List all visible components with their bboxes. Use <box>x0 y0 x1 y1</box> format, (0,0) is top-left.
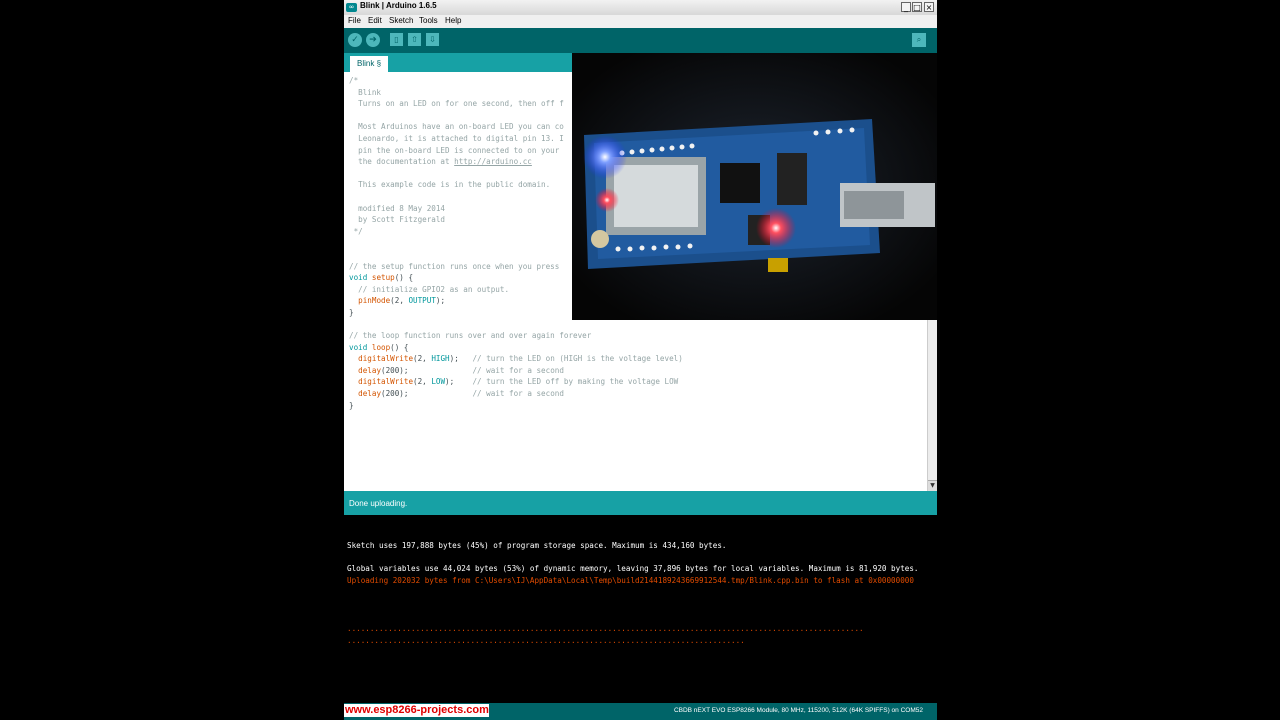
code-text: (2, <box>413 377 432 387</box>
comment-line: Blink <box>349 87 382 97</box>
menu-bar: File Edit Sketch Tools Help <box>344 15 937 28</box>
save-arrow-down-icon: ⇩ <box>429 35 436 44</box>
verify-button[interactable]: ✓ <box>348 33 362 47</box>
comment-line: Leonardo, it is attached to digital pin … <box>349 133 564 143</box>
blue-led-glow <box>583 135 627 179</box>
open-arrow-up-icon: ⇧ <box>411 35 418 44</box>
open-sketch-button[interactable]: ⇧ <box>408 33 421 46</box>
comment-line: */ <box>349 226 363 236</box>
progress-dots-line: ........................................… <box>347 635 745 645</box>
menu-edit[interactable]: Edit <box>368 16 382 25</box>
usb-port <box>844 191 904 219</box>
esp8266-board-photo <box>572 53 937 320</box>
setup-comment: // the setup function runs once when you… <box>349 261 560 271</box>
comment-line: modified 8 May 2014 <box>349 203 446 213</box>
code-padding <box>408 366 472 375</box>
loop-function: loop <box>371 342 391 352</box>
init-comment: // initialize GPIO2 as an output. <box>349 284 510 294</box>
maximize-button[interactable]: □ <box>912 2 922 12</box>
code-text: () { <box>394 273 414 283</box>
code-text: ); <box>435 296 446 306</box>
wifi-module-can <box>614 165 698 227</box>
delay-call: delay <box>358 389 382 399</box>
tab-blink[interactable]: Blink § <box>350 56 389 72</box>
status-message: Done uploading. <box>349 499 408 508</box>
comment-led-off: // turn the LED off by making the voltag… <box>472 377 679 387</box>
output-constant: OUTPUT <box>408 296 436 306</box>
red-power-led <box>595 188 619 212</box>
console-upload-line: Uploading 202032 bytes from C:\Users\IJ\… <box>347 575 914 585</box>
void-keyword: void <box>349 342 368 352</box>
code-text: () { <box>390 342 409 352</box>
low-constant: LOW <box>431 377 446 387</box>
console-line: Global variables use 44,024 bytes (53%) … <box>347 564 919 574</box>
new-file-icon: ▯ <box>394 35 399 44</box>
title-bar: ∞ Blink | Arduino 1.6.5 _ □ × <box>344 0 937 16</box>
menu-sketch[interactable]: Sketch <box>389 16 413 25</box>
menu-tools[interactable]: Tools <box>419 16 438 25</box>
upload-button[interactable]: ➔ <box>366 33 380 47</box>
comment-header: /* Blink Turns on an LED on for one seco… <box>349 76 564 236</box>
console-line: Sketch uses 197,888 bytes (45%) of progr… <box>347 541 727 550</box>
high-constant: HIGH <box>431 354 450 364</box>
capacitor <box>768 258 788 272</box>
comment-led-on: // turn the LED on (HIGH is the voltage … <box>472 354 683 364</box>
arduino-ide-window: ∞ Blink | Arduino 1.6.5 _ □ × File Edit … <box>344 0 937 720</box>
close-brace: } <box>349 400 354 410</box>
comment-wait: // wait for a second <box>472 365 564 375</box>
menu-file[interactable]: File <box>348 16 361 25</box>
board-port-info: CBDB nEXT EVO ESP8266 Module, 80 MHz, 11… <box>673 707 923 714</box>
magnifier-icon: ⌕ <box>916 35 922 44</box>
menu-help[interactable]: Help <box>445 16 461 25</box>
minimize-button[interactable]: _ <box>901 2 911 12</box>
progress-dots-line: ........................................… <box>347 624 864 633</box>
arduino-link[interactable]: http://arduino.cc <box>454 157 532 166</box>
code-text: (200); <box>381 365 409 375</box>
setup-function: setup <box>371 273 395 283</box>
code-padding <box>408 389 472 398</box>
console-log: Sketch uses 197,888 bytes (45%) of progr… <box>347 540 934 586</box>
serial-monitor-button[interactable]: ⌕ <box>912 33 926 47</box>
comment-wait: // wait for a second <box>472 389 564 399</box>
comment-line: Turns on an LED on for one second, then … <box>349 99 564 109</box>
code-text: ); <box>445 377 473 387</box>
comment-line: This example code is in the public domai… <box>349 180 551 190</box>
arduino-infinity-icon: ∞ <box>346 3 357 12</box>
red-status-led <box>756 208 796 248</box>
upload-progress-dots: ........................................… <box>347 623 933 646</box>
watermark-url: www.esp8266-projects.com <box>344 704 489 717</box>
scroll-down-arrow-icon[interactable]: ▼ <box>928 480 937 491</box>
toolbar: ✓ ➔ ▯ ⇧ ⇩ ⌕ <box>344 28 937 53</box>
close-brace: } <box>349 307 354 317</box>
delay-call: delay <box>358 365 382 375</box>
status-bar: Done uploading. <box>344 491 937 515</box>
reset-button-cap <box>591 230 609 248</box>
save-sketch-button[interactable]: ⇩ <box>426 33 439 46</box>
digitalwrite-call: digitalWrite <box>358 354 414 364</box>
comment-line: the documentation at <box>349 157 455 167</box>
code-text: (2, <box>413 354 432 364</box>
comment-line: /* <box>349 76 359 85</box>
void-keyword: void <box>349 273 368 283</box>
usb-serial-chip <box>720 163 760 203</box>
new-sketch-button[interactable]: ▯ <box>390 33 403 46</box>
regulator-chip <box>777 153 807 205</box>
pinmode-call: pinMode <box>358 296 391 306</box>
code-text: ); <box>449 354 473 364</box>
close-button[interactable]: × <box>924 2 934 12</box>
board-video-overlay <box>572 53 937 320</box>
code-text: (200); <box>381 389 409 399</box>
comment-line: by Scott Fitzgerald <box>349 215 446 225</box>
loop-comment: // the loop function runs over and over … <box>349 331 592 341</box>
console-output[interactable]: Sketch uses 197,888 bytes (45%) of progr… <box>344 515 937 703</box>
comment-line: Most Arduinos have an on-board LED you c… <box>349 122 564 132</box>
comment-line: pin the on-board LED is connected to on … <box>349 145 560 155</box>
code-text: (2, <box>390 296 409 306</box>
window-title: Blink | Arduino 1.6.5 <box>360 1 437 10</box>
digitalwrite-call: digitalWrite <box>358 377 414 387</box>
arrow-right-icon: ➔ <box>369 35 377 45</box>
check-icon: ✓ <box>351 35 359 45</box>
